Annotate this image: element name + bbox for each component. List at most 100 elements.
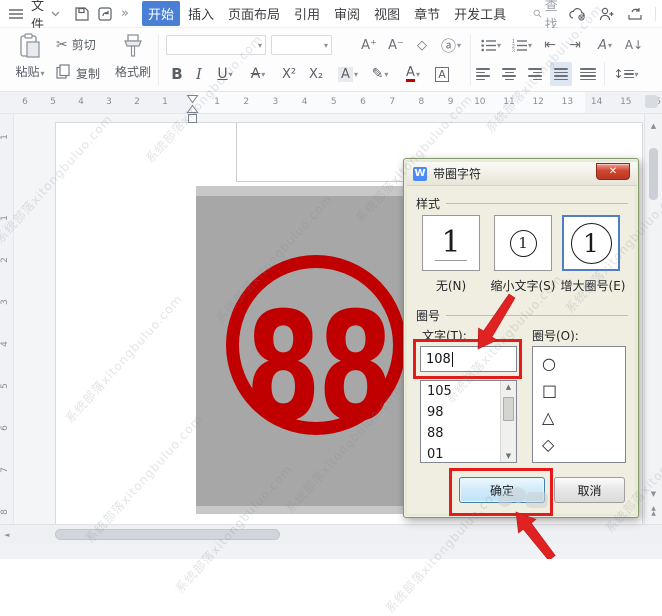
- italic-button[interactable]: I: [191, 62, 207, 86]
- scroll-down-icon[interactable]: ▼: [501, 452, 516, 460]
- style-label-enlarge-circle[interactable]: 增大圈号(E): [556, 277, 630, 294]
- text-direction-button[interactable]: A↓: [622, 34, 646, 56]
- divider: [470, 34, 471, 86]
- vertical-ruler[interactable]: 112345678: [0, 114, 14, 524]
- highlight-button[interactable]: ✎▾: [365, 62, 395, 86]
- char-border-button[interactable]: A: [431, 62, 453, 86]
- ruler-number: 7: [0, 467, 10, 473]
- font-color-button[interactable]: A▾: [398, 62, 428, 86]
- toolbar-more-icon[interactable]: »: [121, 6, 129, 21]
- style-option-enlarge-circle[interactable]: 1: [562, 215, 620, 271]
- style-option-none[interactable]: 1: [422, 215, 480, 271]
- circle-shape-option[interactable]: △: [533, 404, 625, 431]
- horizontal-ruler[interactable]: 65432112345678910111213141516: [0, 92, 662, 114]
- shading-button[interactable]: A▾: [334, 62, 362, 86]
- chevron-down-icon[interactable]: [51, 11, 60, 17]
- scroll-left-icon[interactable]: ◄: [4, 531, 9, 539]
- text-options-list[interactable]: 105988801 ▲ ▼: [420, 380, 517, 463]
- save-icon[interactable]: [74, 6, 90, 22]
- scrollbar-thumb[interactable]: [649, 148, 658, 200]
- invite-user-icon[interactable]: [599, 7, 615, 21]
- scrollbar-thumb[interactable]: [55, 529, 280, 540]
- divider: [446, 203, 628, 204]
- export-icon[interactable]: [97, 6, 114, 22]
- align-center-icon: [502, 68, 516, 80]
- circle-shape-list[interactable]: ○□△◇: [532, 346, 626, 463]
- ruler-number: 1: [159, 97, 171, 107]
- superscript-button[interactable]: X²: [276, 62, 302, 86]
- indent-marker[interactable]: [186, 94, 199, 129]
- format-painter-button[interactable]: 格式刷: [112, 33, 154, 80]
- menu-bar: 文件 » 开始插入页面布局引用审阅视图章节开发工具 查找: [0, 0, 662, 28]
- bold-button[interactable]: B: [166, 62, 188, 86]
- grow-font-button[interactable]: A⁺: [357, 34, 381, 56]
- tab-视图[interactable]: 视图: [368, 1, 406, 26]
- scroll-down-icon[interactable]: ▼: [645, 490, 662, 498]
- align-right-button[interactable]: [524, 62, 546, 86]
- annotation-box-ok-button: [449, 468, 553, 516]
- cut-button[interactable]: ✂ 剪切: [56, 36, 96, 53]
- justify-button[interactable]: [550, 62, 572, 86]
- scroll-up-icon[interactable]: ▲: [645, 122, 662, 130]
- scroll-up-icon[interactable]: ▲: [501, 383, 516, 391]
- distribute-button[interactable]: [576, 62, 600, 86]
- tab-审阅[interactable]: 审阅: [328, 1, 366, 26]
- wps-logo-icon: W: [413, 167, 427, 181]
- decrease-indent-button[interactable]: ⇤: [539, 34, 561, 56]
- vertical-scrollbar[interactable]: ▲ ▼ ▲▲ ▼▼: [644, 114, 662, 524]
- horizontal-scrollbar[interactable]: ◄: [0, 524, 662, 544]
- style-label-none[interactable]: 无(N): [422, 277, 480, 294]
- align-center-button[interactable]: [498, 62, 520, 86]
- previous-page-icon[interactable]: ▲▲: [645, 506, 662, 516]
- ribbon-tabs: 开始插入页面布局引用审阅视图章节开发工具: [142, 1, 512, 26]
- circle-shape-option[interactable]: ◇: [533, 431, 625, 458]
- divider: [604, 62, 605, 86]
- tab-页面布局[interactable]: 页面布局: [222, 1, 286, 26]
- circle-shape-option[interactable]: □: [533, 377, 625, 404]
- numbered-list-button[interactable]: 123▾: [508, 34, 536, 56]
- style-section-label: 样式: [416, 195, 440, 212]
- subscript-button[interactable]: X₂: [303, 62, 329, 86]
- text-effect-button[interactable]: A▾: [590, 34, 620, 56]
- list-scrollbar[interactable]: ▲ ▼: [500, 381, 516, 462]
- tab-开始[interactable]: 开始: [142, 1, 180, 26]
- ruler-number: 5: [47, 97, 59, 107]
- style-option-shrink-text[interactable]: 1: [494, 215, 552, 271]
- ruler-number: 15: [620, 97, 632, 107]
- ruler-number: 3: [0, 299, 10, 305]
- style-preview-small-circle: 1: [510, 230, 537, 257]
- bullet-list-button[interactable]: ▾: [477, 34, 505, 56]
- cancel-button[interactable]: 取消: [554, 477, 625, 503]
- hamburger-icon[interactable]: [8, 8, 24, 20]
- increase-indent-button[interactable]: ⇥: [564, 34, 586, 56]
- tab-开发工具[interactable]: 开发工具: [448, 1, 512, 26]
- tab-章节[interactable]: 章节: [408, 1, 446, 26]
- ruler-number: 3: [103, 97, 115, 107]
- shrink-font-button[interactable]: A⁻: [384, 34, 408, 56]
- underline-button[interactable]: U▾: [210, 62, 240, 86]
- align-left-button[interactable]: [472, 62, 494, 86]
- close-button[interactable]: ✕: [596, 163, 630, 180]
- font-name-select[interactable]: ▾: [166, 35, 266, 55]
- paste-button[interactable]: 粘贴▾: [10, 33, 50, 80]
- tab-插入[interactable]: 插入: [182, 1, 220, 26]
- copy-button[interactable]: 复制: [56, 64, 100, 83]
- tab-引用[interactable]: 引用: [288, 1, 326, 26]
- share-icon[interactable]: [627, 7, 643, 21]
- circle-shape-option[interactable]: ○: [533, 350, 625, 377]
- line-spacing-button[interactable]: ↕▾: [610, 62, 642, 86]
- cloud-sync-icon[interactable]: [569, 7, 587, 21]
- enclosed-character-button[interactable]: ⓐ▾: [436, 34, 466, 56]
- ruler-number: 4: [75, 97, 87, 107]
- justify-icon: [554, 68, 568, 80]
- circle-field-label: 圈号(O):: [532, 327, 579, 344]
- divider: [158, 34, 159, 86]
- dialog-title: 带圈字符: [433, 165, 481, 182]
- font-size-select[interactable]: ▾: [271, 35, 332, 55]
- strikethrough-button[interactable]: A▾: [243, 62, 273, 86]
- ribbon-toolbar: 粘贴▾ ✂ 剪切 复制 格式刷 ▾ ▾ B I U▾ A▾ X² X₂ A▾ ✎…: [0, 28, 662, 92]
- clear-format-button[interactable]: ◇: [411, 34, 433, 56]
- scrollbar-thumb[interactable]: [503, 397, 514, 421]
- ruler-toggle-icon[interactable]: [645, 95, 658, 108]
- style-label-shrink-text[interactable]: 缩小文字(S): [486, 277, 560, 294]
